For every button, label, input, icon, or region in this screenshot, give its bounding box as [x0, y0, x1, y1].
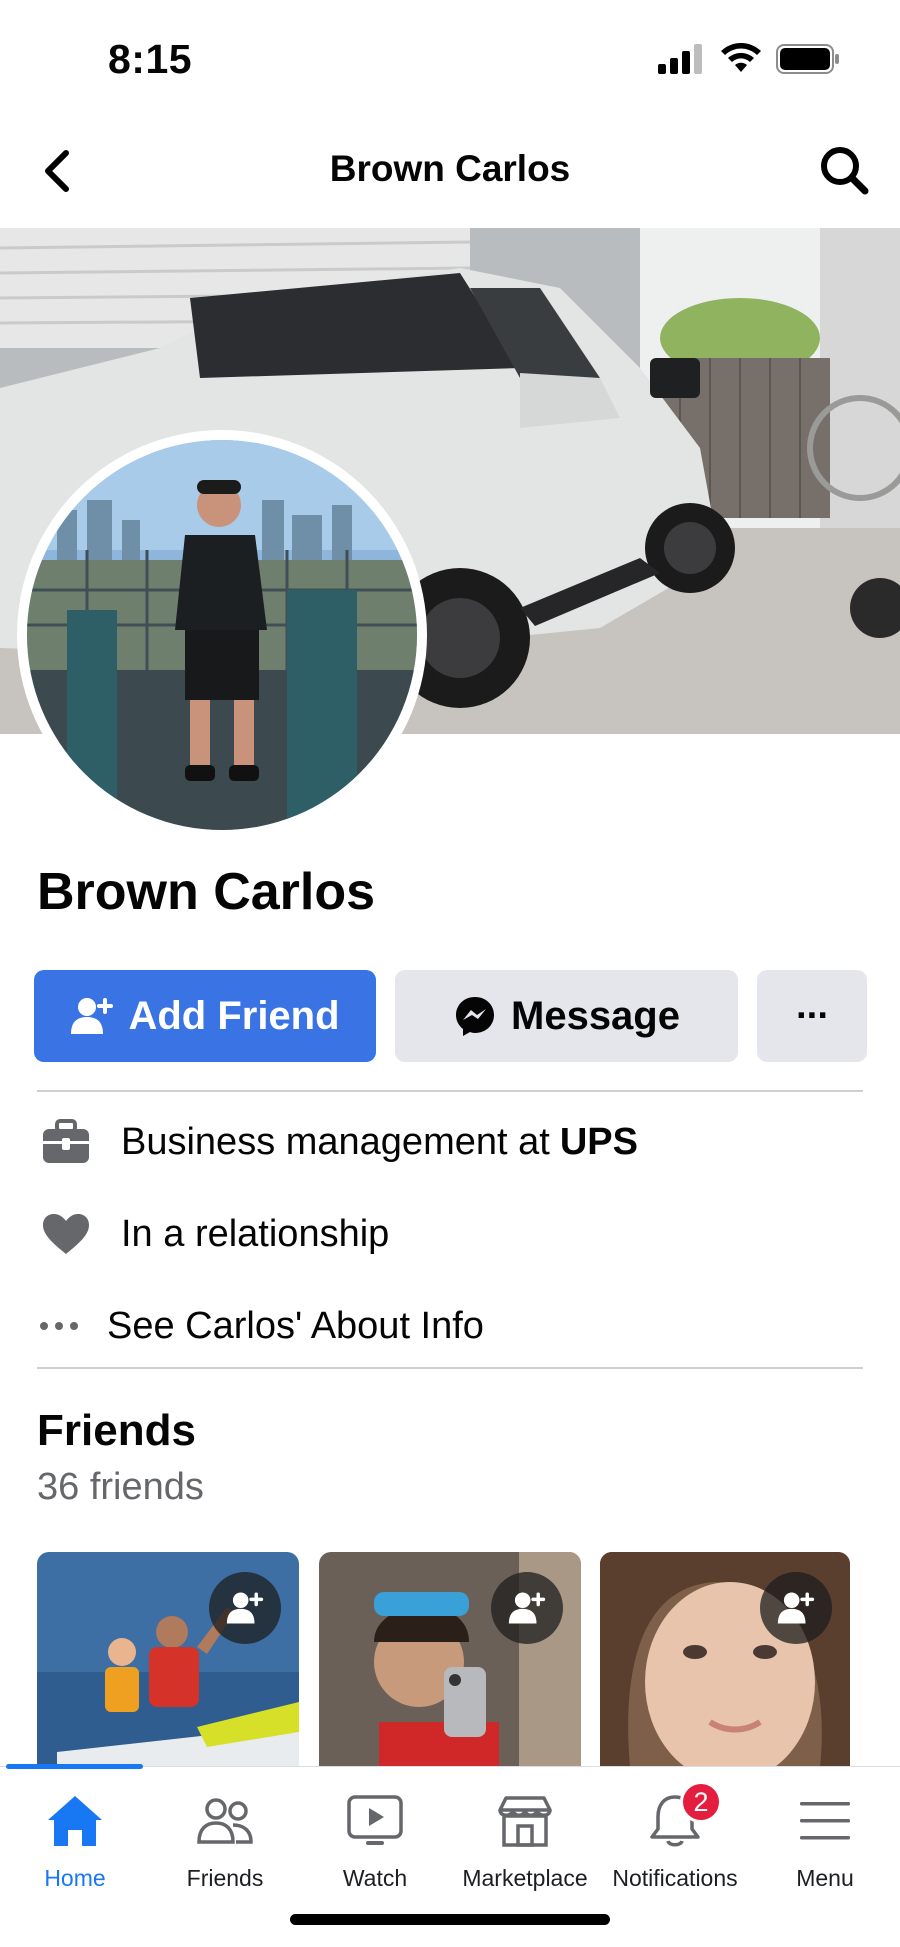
add-person-icon — [226, 1592, 264, 1624]
message-label: Message — [511, 993, 680, 1038]
ellipsis-icon — [37, 1297, 81, 1355]
more-options-label: ··· — [796, 994, 830, 1037]
marketplace-icon — [495, 1791, 555, 1851]
work-info: Business management at UPS — [37, 1112, 638, 1172]
status-bar: 8:15 — [0, 0, 900, 118]
divider — [37, 1090, 863, 1092]
friend-card[interactable] — [600, 1552, 850, 1767]
tab-label: Home — [44, 1865, 106, 1891]
add-friend-button[interactable]: Add Friend — [34, 970, 376, 1062]
relationship-text: In a relationship — [121, 1212, 390, 1255]
search-button[interactable] — [816, 142, 872, 198]
relationship-info: In a relationship — [37, 1204, 389, 1264]
work-text: Business management at — [121, 1120, 550, 1163]
home-indicator — [290, 1914, 610, 1925]
top-nav: Brown Carlos — [0, 118, 900, 228]
tab-label: Watch — [342, 1865, 408, 1891]
tab-label: Marketplace — [462, 1865, 588, 1891]
add-friend-label: Add Friend — [128, 993, 340, 1038]
friends-count: 36 friends — [37, 1466, 204, 1508]
add-friend-icon-button[interactable] — [491, 1572, 563, 1644]
profile-name: Brown Carlos — [37, 863, 376, 921]
battery-icon — [776, 44, 839, 74]
status-time: 8:15 — [108, 36, 193, 82]
messenger-icon — [453, 994, 497, 1038]
tab-menu[interactable]: Menu — [750, 1767, 900, 1897]
add-friend-icon-button[interactable] — [209, 1572, 281, 1644]
friends-heading: Friends — [37, 1406, 196, 1455]
add-person-icon — [508, 1592, 546, 1624]
tab-notifications[interactable]: 2 Notifications — [600, 1767, 750, 1897]
briefcase-icon — [37, 1113, 95, 1171]
tab-label: Notifications — [612, 1865, 738, 1891]
see-about-text: See Carlos' About Info — [107, 1304, 484, 1347]
watch-icon — [345, 1791, 405, 1851]
tab-home[interactable]: Home — [0, 1767, 150, 1897]
tab-watch[interactable]: Watch — [300, 1767, 450, 1897]
friend-card[interactable] — [319, 1552, 581, 1767]
divider — [37, 1367, 863, 1369]
add-person-icon — [777, 1592, 815, 1624]
more-options-button[interactable]: ··· — [757, 970, 867, 1062]
tab-friends[interactable]: Friends — [150, 1767, 300, 1897]
tab-marketplace[interactable]: Marketplace — [450, 1767, 600, 1897]
menu-icon — [795, 1791, 855, 1851]
message-button[interactable]: Message — [395, 970, 738, 1062]
see-about-info-link[interactable]: See Carlos' About Info — [37, 1296, 484, 1356]
notification-badge: 2 — [680, 1781, 722, 1823]
tab-label: Friends — [186, 1865, 264, 1891]
add-person-icon — [70, 994, 114, 1038]
profile-picture[interactable] — [17, 430, 427, 840]
friend-card[interactable] — [37, 1552, 299, 1767]
search-icon — [821, 147, 869, 195]
signal-icon — [658, 44, 702, 74]
work-company[interactable]: UPS — [560, 1121, 638, 1164]
page-title: Brown Carlos — [329, 148, 571, 189]
wifi-icon — [721, 43, 761, 72]
add-friend-icon-button[interactable] — [760, 1572, 832, 1644]
heart-icon — [37, 1205, 95, 1263]
home-icon — [45, 1791, 105, 1851]
friends-icon — [195, 1791, 255, 1851]
tab-label: Menu — [796, 1865, 854, 1891]
